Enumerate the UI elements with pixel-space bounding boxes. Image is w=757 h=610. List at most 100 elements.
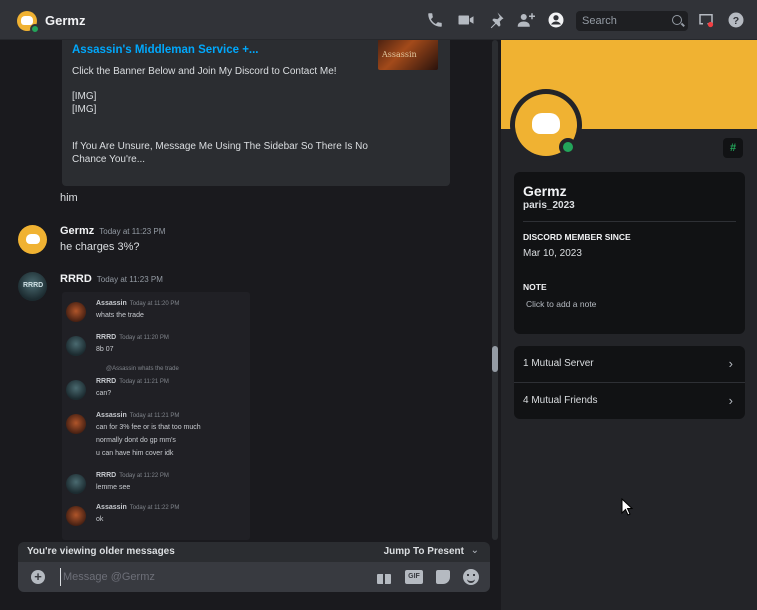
screenshot-author-name: RRRD: [96, 334, 117, 341]
screenshot-time: Today at 11:22 PM: [119, 473, 169, 479]
video-call-icon[interactable]: [457, 11, 475, 29]
dm-avatar[interactable]: [17, 11, 40, 34]
top-bar: Germz Search ?: [0, 0, 757, 40]
screenshot-line: can for 3% fee or is that too much: [96, 424, 201, 431]
screenshot-author-name: Assassin: [96, 412, 127, 419]
message-input[interactable]: [60, 568, 340, 586]
mutual-servers-label: 1 Mutual Server: [523, 358, 594, 369]
screenshot-line: 8b 07: [96, 346, 114, 353]
screenshot-time: Today at 11:22 PM: [129, 505, 180, 511]
chevron-right-icon: ›: [728, 393, 733, 408]
screenshot-time: Today at 11:21 PM: [129, 413, 180, 419]
avatar-text: RRRD: [23, 282, 44, 289]
screenshot-author: RRRD Today at 11:22 PM: [96, 472, 169, 479]
embed-thumbnail[interactable]: Assassin: [378, 40, 438, 70]
message-author[interactable]: Germz: [60, 225, 94, 237]
pin-icon[interactable]: [487, 11, 505, 29]
message-author[interactable]: RRRD: [60, 273, 92, 285]
mutual-friends-row[interactable]: 4 Mutual Friends ›: [514, 383, 745, 419]
embed-link[interactable]: Assassin's Middleman Service +...: [72, 44, 259, 56]
screenshot-author-name: Assassin: [96, 504, 127, 511]
screenshot-line: ok: [96, 516, 104, 523]
embed-thumbnail-text: Assassin: [382, 50, 417, 59]
screenshot-author: RRRD Today at 11:21 PM: [96, 378, 169, 385]
profile-display-name: Germz: [523, 183, 567, 199]
member-since-date: Mar 10, 2023: [523, 248, 582, 259]
message-composer: + GIF: [18, 562, 490, 592]
screenshot-reply: @Assassin whats the trade: [106, 366, 179, 372]
chevron-right-icon: ›: [728, 356, 733, 371]
divider: [523, 221, 736, 222]
screenshot-author: Assassin Today at 11:21 PM: [96, 412, 179, 419]
screenshot-author: RRRD Today at 11:20 PM: [96, 334, 169, 341]
gif-icon[interactable]: GIF: [405, 570, 423, 584]
scrollbar[interactable]: [492, 40, 498, 540]
message-list[interactable]: Assassin's Middleman Service +... Click …: [0, 40, 490, 540]
search-icon: [672, 15, 682, 25]
screenshot-line: u can have him cover idk: [96, 450, 174, 457]
profile-info-card: Germz paris_2023 DISCORD MEMBER SINCE Ma…: [514, 172, 745, 334]
avatar: [66, 414, 86, 434]
screenshot-author-name: RRRD: [96, 378, 117, 385]
profile-username: paris_2023: [523, 200, 575, 211]
search-placeholder: Search: [582, 15, 617, 27]
older-messages-bar: You're viewing older messages Jump To Pr…: [18, 542, 490, 562]
screenshot-line: normally dont do gp mm's: [96, 437, 176, 444]
member-since-heading: DISCORD MEMBER SINCE: [523, 232, 631, 242]
avatar: [66, 336, 86, 356]
profile-badge[interactable]: #: [723, 138, 743, 158]
message-text: him: [60, 192, 78, 204]
screenshot-time: Today at 11:20 PM: [119, 335, 169, 341]
screenshot-time: Today at 11:21 PM: [119, 379, 169, 385]
avatar: [66, 506, 86, 526]
screenshot-line: lemme see: [96, 484, 131, 491]
help-icon[interactable]: ?: [727, 11, 745, 29]
link-embed: Assassin's Middleman Service +... Click …: [62, 40, 450, 186]
search-input[interactable]: Search: [576, 11, 688, 31]
user-profile-icon[interactable]: [547, 11, 565, 29]
profile-avatar[interactable]: [510, 89, 582, 161]
voice-call-icon[interactable]: [426, 11, 444, 29]
message-timestamp: Today at 11:23 PM: [96, 275, 163, 284]
message-timestamp: Today at 11:23 PM: [99, 227, 166, 236]
add-attachment-icon[interactable]: +: [31, 570, 45, 584]
older-messages-notice: You're viewing older messages: [27, 546, 175, 557]
note-input[interactable]: Click to add a note: [526, 299, 596, 309]
add-friend-icon[interactable]: [517, 11, 535, 29]
svg-text:?: ?: [733, 15, 739, 27]
avatar: [66, 380, 86, 400]
online-status-icon: [559, 138, 577, 156]
online-status-icon: [30, 24, 40, 34]
screenshot-author-name: RRRD: [96, 472, 117, 479]
message-header: RRRD Today at 11:23 PM: [60, 273, 163, 285]
avatar[interactable]: [18, 225, 47, 254]
dm-title[interactable]: Germz: [45, 13, 85, 28]
chevron-down-icon[interactable]: ⌄: [471, 545, 479, 556]
chat-area: Assassin's Middleman Service +... Click …: [0, 40, 501, 610]
mutual-friends-label: 4 Mutual Friends: [523, 395, 598, 406]
embed-description: Click the Banner Below and Join My Disco…: [72, 66, 368, 165]
avatar: [66, 474, 86, 494]
screenshot-author: Assassin Today at 11:22 PM: [96, 504, 179, 511]
note-heading: NOTE: [523, 282, 547, 292]
message-header: Germz Today at 11:23 PM: [60, 225, 165, 237]
message-text: he charges 3%?: [60, 241, 140, 253]
screenshot-line: whats the trade: [96, 312, 144, 319]
avatar[interactable]: RRRD: [18, 272, 47, 301]
emoji-icon[interactable]: [463, 569, 479, 585]
sticker-icon[interactable]: [435, 569, 451, 585]
screenshot-line: can?: [96, 390, 112, 397]
scrollbar-thumb[interactable]: [492, 346, 498, 372]
avatar: [66, 302, 86, 322]
user-profile-panel: # Germz paris_2023 DISCORD MEMBER SINCE …: [501, 40, 757, 610]
mutuals-card: 1 Mutual Server › 4 Mutual Friends ›: [514, 346, 745, 419]
screenshot-author-name: Assassin: [96, 300, 127, 307]
attached-screenshot[interactable]: Assassin Today at 11:20 PM whats the trad…: [62, 292, 250, 540]
mouse-cursor-icon: [621, 498, 633, 516]
inbox-icon[interactable]: [697, 11, 715, 29]
jump-to-present-button[interactable]: Jump To Present: [384, 546, 464, 557]
mutual-servers-row[interactable]: 1 Mutual Server ›: [514, 346, 745, 382]
gift-icon[interactable]: [376, 569, 392, 585]
screenshot-author: Assassin Today at 11:20 PM: [96, 300, 179, 307]
screenshot-time: Today at 11:20 PM: [129, 301, 180, 307]
